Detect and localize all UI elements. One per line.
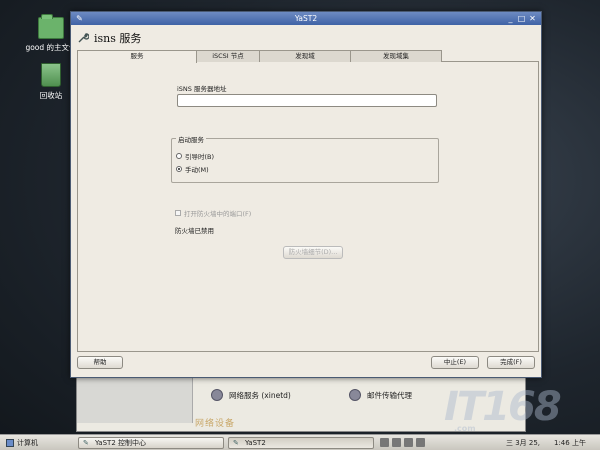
control-center-section-title: 网络设备: [195, 419, 236, 429]
module-title: isns 服务: [94, 32, 142, 45]
wrench-icon: [78, 33, 89, 43]
computer-menu-label: 计算机: [17, 438, 38, 447]
yast-icon: ✎: [83, 439, 89, 447]
radio-manual[interactable]: 手动(M): [176, 164, 209, 174]
window-titlebar[interactable]: ✎ YaST2 _ □ ✕: [71, 12, 541, 25]
taskbar: 计算机 ✎ YaST2 控制中心 ✎ YaST2 三 3月 25, 1:46 上…: [0, 434, 600, 450]
task-label: YaST2: [245, 439, 266, 447]
trash-icon: [41, 63, 61, 87]
yast-window: ✎ YaST2 _ □ ✕ isns 服务 服务 iSCSI 节点 发现域 发现…: [70, 11, 542, 378]
radio-label: 手动(M): [185, 166, 209, 174]
checkbox-label: 打开防火墙中的端口(F): [184, 210, 252, 218]
address-label: iSNS 服务器地址: [177, 85, 227, 93]
radio-label: 引导时(B): [185, 153, 215, 161]
startup-group-label: 启动服务: [176, 134, 206, 144]
tab-discovery-domain-sets[interactable]: 发现域集: [350, 50, 442, 62]
mail-transfer-agent-icon: [349, 389, 361, 401]
control-center-item-label: 网络服务 (xinetd): [229, 390, 291, 400]
close-icon[interactable]: ✕: [528, 14, 537, 23]
finish-button[interactable]: 完成(F): [487, 356, 535, 369]
control-center-sidebar: [77, 373, 193, 423]
module-header: isns 服务: [77, 30, 141, 46]
keyboard-icon[interactable]: [392, 438, 401, 447]
window-menu-icon[interactable]: ✎: [75, 14, 84, 23]
network-services-icon: [211, 389, 223, 401]
radio-on-boot[interactable]: 引导时(B): [176, 151, 214, 161]
tab-bar: 服务 iSCSI 节点 发现域 发现域集: [77, 50, 539, 63]
yast-icon: ✎: [233, 439, 239, 447]
site-watermark-logo: IT168 .com: [444, 384, 562, 433]
folder-icon: [38, 14, 64, 39]
control-center-item-xinetd[interactable]: 网络服务 (xinetd): [211, 389, 291, 401]
system-tray: [380, 438, 425, 447]
firewall-status: 防火墙已禁用: [175, 227, 214, 235]
tab-iscsi-nodes[interactable]: iSCSI 节点: [196, 50, 260, 62]
date-display[interactable]: 三 3月 25,: [506, 438, 540, 448]
clock[interactable]: 1:46 上午: [554, 438, 586, 448]
startup-group: 启动服务 引导时(B) 手动(M): [171, 134, 439, 183]
computer-menu-button[interactable]: 计算机: [0, 438, 44, 448]
isns-address-field[interactable]: [177, 94, 437, 107]
window-title: YaST2: [294, 14, 318, 23]
control-center-item-mta[interactable]: 邮件传输代理: [349, 389, 412, 401]
volume-icon[interactable]: [416, 438, 425, 447]
minimize-icon[interactable]: _: [506, 14, 515, 23]
computer-icon: [6, 438, 14, 447]
battery-icon[interactable]: [404, 438, 413, 447]
radio-indicator: [176, 166, 182, 172]
open-firewall-port-checkbox[interactable]: 打开防火墙中的端口(F): [175, 208, 251, 218]
task-control-center[interactable]: ✎ YaST2 控制中心: [78, 437, 224, 449]
radio-indicator: [176, 153, 182, 159]
help-button[interactable]: 帮助: [77, 356, 123, 369]
checkbox-box: [175, 210, 181, 216]
maximize-icon[interactable]: □: [517, 14, 526, 23]
task-label: YaST2 控制中心: [95, 439, 146, 447]
network-icon[interactable]: [380, 438, 389, 447]
tab-discovery-domains[interactable]: 发现域: [259, 50, 351, 62]
control-center-item-label: 邮件传输代理: [367, 390, 412, 400]
firewall-details-button[interactable]: 防火墙细节(D)...: [283, 246, 343, 259]
task-yast2[interactable]: ✎ YaST2: [228, 437, 374, 449]
cancel-button[interactable]: 中止(E): [431, 356, 479, 369]
